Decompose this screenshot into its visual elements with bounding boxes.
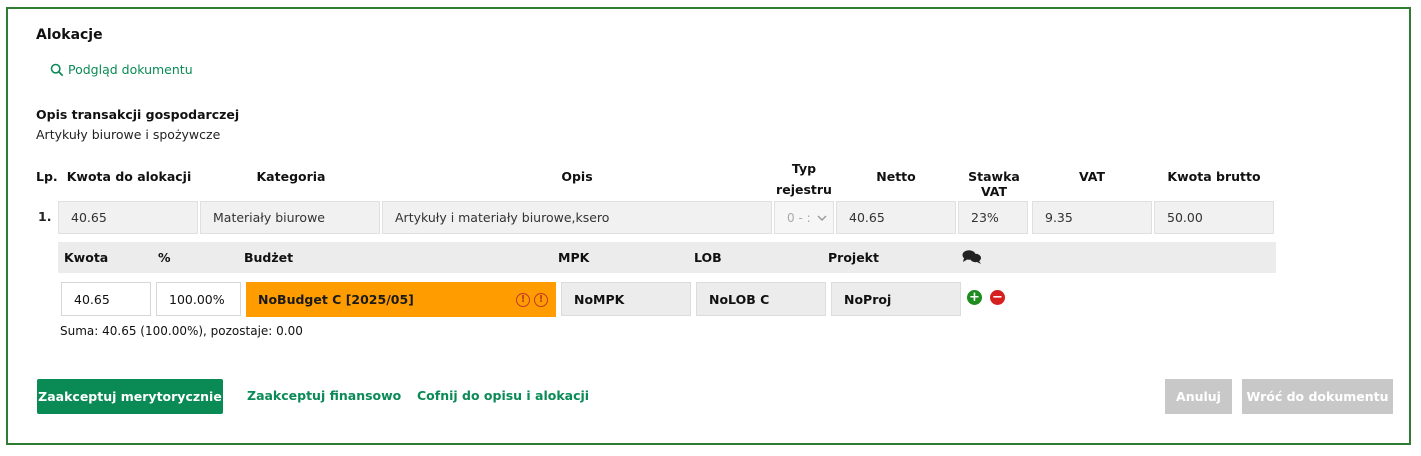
budget-warnings: ! ! xyxy=(516,292,548,307)
header-category: Kategoria xyxy=(256,169,326,184)
header-amount: Kwota do alokacji xyxy=(66,169,192,184)
alloc-header-lob: LOB xyxy=(694,250,722,265)
amount-field[interactable]: 40.65 xyxy=(58,201,198,234)
alloc-header-project: Projekt xyxy=(828,250,879,265)
document-preview-label: Podgląd dokumentu xyxy=(68,62,193,77)
alloc-header-amount: Kwota xyxy=(64,250,109,265)
header-lp: Lp. xyxy=(36,169,58,184)
mpk-select[interactable]: NoMPK xyxy=(561,282,691,316)
header-register-type: Typ rejestru xyxy=(772,158,836,200)
alloc-header-budget: Budżet xyxy=(244,250,294,265)
description-field[interactable]: Artykuły i materiały biurowe,ksero xyxy=(382,201,772,234)
minus-circle-icon[interactable]: − xyxy=(990,290,1005,305)
accept-substantive-button[interactable]: Zaakceptuj merytorycznie xyxy=(37,379,223,414)
register-type-select[interactable]: 0 - : xyxy=(774,201,834,234)
allocation-percent-input[interactable]: 100.00% xyxy=(156,282,241,316)
budget-select[interactable]: NoBudget C [2025/05] ! ! xyxy=(246,282,556,317)
header-description: Opis xyxy=(561,169,593,184)
vat-field[interactable]: 9.35 xyxy=(1032,201,1152,234)
alloc-header-mpk: MPK xyxy=(558,250,590,265)
register-type-value: 0 - : xyxy=(787,210,811,225)
transaction-description-value: Artykuły biurowe i spożywcze xyxy=(36,127,221,142)
allocation-sum: Suma: 40.65 (100.00%), pozostaje: 0.00 xyxy=(60,324,303,338)
cancel-button[interactable]: Anuluj xyxy=(1165,379,1232,414)
lob-select[interactable]: NoLOB C xyxy=(696,282,826,316)
project-select[interactable]: NoProj xyxy=(831,282,961,316)
gross-field[interactable]: 50.00 xyxy=(1154,201,1274,234)
net-field[interactable]: 40.65 xyxy=(836,201,956,234)
vat-rate-field[interactable]: 23% xyxy=(958,201,1028,234)
revert-button[interactable]: Cofnij do opisu i alokacji xyxy=(417,388,589,403)
header-net: Netto xyxy=(876,169,916,184)
header-gross: Kwota brutto xyxy=(1167,169,1261,184)
page-title: Alokacje xyxy=(36,27,103,43)
warning-circle-icon: ! xyxy=(516,292,530,307)
allocation-amount-input[interactable]: 40.65 xyxy=(61,282,151,316)
warning-circle-icon: ! xyxy=(534,292,548,307)
plus-circle-icon[interactable]: + xyxy=(967,290,982,305)
row-number: 1. xyxy=(38,209,52,224)
document-preview-link[interactable]: Podgląd dokumentu xyxy=(50,62,193,77)
header-register-type-line1: Typ xyxy=(791,161,817,176)
budget-value: NoBudget C [2025/05] xyxy=(258,292,414,307)
transaction-description-label: Opis transakcji gospodarczej xyxy=(36,107,240,122)
accept-financial-button[interactable]: Zaakceptuj finansowo xyxy=(247,388,401,403)
header-vat: VAT xyxy=(1078,169,1106,184)
search-icon xyxy=(50,63,64,76)
back-to-document-button[interactable]: Wróć do dokumentu xyxy=(1242,379,1393,414)
allocation-header-bar xyxy=(58,242,1276,273)
header-register-type-line2: rejestru xyxy=(776,182,832,197)
chevron-down-icon xyxy=(817,215,827,221)
comments-icon[interactable] xyxy=(962,249,982,265)
category-field[interactable]: Materiały biurowe xyxy=(200,201,380,234)
alloc-header-percent: % xyxy=(158,250,171,265)
header-vat-rate: Stawka VAT xyxy=(968,169,1020,199)
